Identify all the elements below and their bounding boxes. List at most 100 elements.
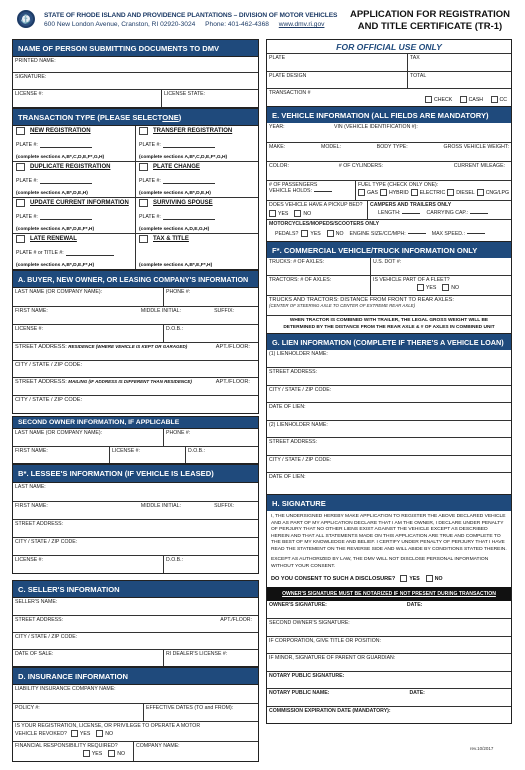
- fleet-yes-checkbox[interactable]: [416, 284, 424, 291]
- so-dob-field[interactable]: D.O.B.:: [185, 447, 258, 463]
- plate-input[interactable]: [162, 219, 215, 220]
- cash-checkbox[interactable]: [459, 96, 467, 103]
- effective-dates-field[interactable]: EFFECTIVE DATES (TO and FROM):: [143, 704, 258, 721]
- lien1-date-field[interactable]: DATE OF LIEN:: [267, 403, 511, 420]
- last-name-field[interactable]: LAST NAME (OR COMPANY NAME):: [13, 288, 163, 306]
- plate-change-checkbox[interactable]: [139, 163, 148, 171]
- check-checkbox[interactable]: [425, 96, 432, 103]
- year-vin-field[interactable]: YEAR: VIN (VEHICLE IDENTIFICATION #):: [267, 123, 511, 142]
- notary-signature-field[interactable]: NOTARY PUBLIC SIGNATURE:: [267, 672, 511, 688]
- license-field[interactable]: LICENSE #:: [13, 90, 161, 107]
- city-field[interactable]: CITY / STATE / ZIP CODE:: [13, 361, 258, 377]
- mailing-city-field[interactable]: CITY / STATE / ZIP CODE:: [13, 396, 258, 413]
- date-of-sale-field[interactable]: DATE OF SALE:: [13, 650, 163, 666]
- insurance-company-field[interactable]: LIABILITY INSURANCE COMPANY NAME:: [13, 685, 258, 703]
- pickup-yes-option[interactable]: YES: [269, 210, 288, 217]
- guardian-signature-field[interactable]: IF MINOR, SIGNATURE OF PARENT OR GUARDIA…: [267, 654, 511, 671]
- seller-street-field[interactable]: STREET ADDRESS: APT./FLOOR:: [13, 616, 258, 632]
- lien1-street-field[interactable]: STREET ADDRESS:: [267, 368, 511, 385]
- lessee-street-field[interactable]: STREET ADDRESS:: [13, 520, 258, 537]
- fin-company-name-field[interactable]: COMPANY NAME:: [133, 742, 258, 761]
- update-info-checkbox[interactable]: [16, 199, 25, 207]
- fuel-electric-option[interactable]: ELECTRIC: [410, 189, 445, 196]
- dot-field[interactable]: U.S. DOT #:: [370, 258, 511, 275]
- fuel-electric-checkbox[interactable]: [410, 189, 418, 196]
- fin-yes-option[interactable]: YES: [82, 750, 102, 757]
- lessee-last-name-field[interactable]: LAST NAME:: [13, 483, 258, 501]
- notary-name-field[interactable]: NOTARY PUBLIC NAME: DATE:: [267, 689, 511, 706]
- plate-input[interactable]: [39, 219, 92, 220]
- official-transaction-field[interactable]: TRANSACTION # CHECK CASH CC: [267, 89, 511, 106]
- axle-distance-field[interactable]: TRUCKS AND TRACTORS: DISTANCE FROM FRONT…: [267, 296, 511, 315]
- length-input[interactable]: [402, 213, 421, 214]
- revoked-yes-option[interactable]: YES: [70, 730, 90, 737]
- fuel-cng-checkbox[interactable]: [476, 189, 484, 196]
- fuel-cng-option[interactable]: CNG/LPG: [476, 189, 509, 196]
- new-registration-checkbox[interactable]: [16, 127, 25, 135]
- official-tax-field[interactable]: TAX: [407, 54, 511, 71]
- transaction-option[interactable]: NEW REGISTRATION PLATE #: (complete sect…: [13, 126, 135, 161]
- engine-size-input[interactable]: [407, 233, 426, 234]
- tractors-axles-field[interactable]: TRACTORS: # OF AXLES:: [267, 276, 370, 295]
- consent-no-option[interactable]: NO: [425, 575, 443, 582]
- lessee-name-field[interactable]: FIRST NAME: MIDDLE INITIAL: SUFFIX:: [13, 502, 258, 519]
- lien2-street-field[interactable]: STREET ADDRESS:: [267, 438, 511, 455]
- transaction-option[interactable]: SURVIVING SPOUSE PLATE #: (complete sect…: [135, 198, 258, 233]
- consent-no-checkbox[interactable]: [425, 575, 433, 582]
- surviving-spouse-checkbox[interactable]: [139, 199, 148, 207]
- transaction-option[interactable]: PLATE CHANGE PLATE #: (complete sections…: [135, 162, 258, 197]
- official-plate-field[interactable]: PLATE: [267, 54, 407, 71]
- pickup-yes-checkbox[interactable]: [269, 210, 276, 217]
- pedals-no-option[interactable]: NO: [326, 230, 344, 237]
- transfer-registration-checkbox[interactable]: [139, 127, 148, 135]
- fleet-no-option[interactable]: NO: [442, 284, 459, 291]
- pedals-no-checkbox[interactable]: [326, 230, 334, 237]
- transaction-option[interactable]: UPDATE CURRENT INFORMATION PLATE #: (com…: [13, 198, 135, 233]
- dealer-license-field[interactable]: RI DEALER'S LICENSE #:: [163, 650, 258, 666]
- official-total-field[interactable]: TOTAL: [407, 72, 511, 88]
- consent-yes-option[interactable]: YES: [400, 575, 420, 582]
- lessee-dob-field[interactable]: D.O.B.:: [163, 556, 258, 573]
- lien2-name-field[interactable]: (2) LIENHOLDER NAME:: [267, 421, 511, 437]
- second-owner-signature-field[interactable]: SECOND OWNER'S SIGNATURE:: [267, 619, 511, 636]
- policy-field[interactable]: POLICY #:: [13, 704, 143, 721]
- fuel-gas-option[interactable]: GAS: [358, 189, 378, 196]
- late-renewal-checkbox[interactable]: [16, 235, 25, 243]
- transaction-option[interactable]: LATE RENEWAL PLATE # or TITLE #: (comple…: [13, 234, 135, 269]
- seller-city-field[interactable]: CITY / STATE / ZIP CODE:: [13, 633, 258, 649]
- plate-input[interactable]: [162, 147, 215, 148]
- so-license-field[interactable]: LICENSE #:: [109, 447, 185, 463]
- campers-field[interactable]: CAMPERS AND TRAILERS ONLY LENGTH: CARRYIN…: [367, 201, 511, 219]
- fuel-diesel-checkbox[interactable]: [447, 189, 455, 196]
- trucks-axles-field[interactable]: TRUCKS: # OF AXLES:: [267, 258, 370, 275]
- lien2-date-field[interactable]: DATE OF LIEN:: [267, 473, 511, 490]
- full-name-field[interactable]: FIRST NAME: MIDDLE INITIAL: SUFFIX:: [13, 307, 258, 324]
- tax-title-checkbox[interactable]: [139, 235, 148, 243]
- owner-signature-field[interactable]: OWNER'S SIGNATURE: DATE:: [267, 601, 511, 618]
- cc-option[interactable]: CC: [490, 96, 507, 103]
- consent-yes-checkbox[interactable]: [400, 575, 408, 582]
- plate-input[interactable]: [39, 183, 92, 184]
- fin-no-checkbox[interactable]: [108, 750, 116, 757]
- passengers-field[interactable]: # OF PASSENGERS VEHICLE HOLDS:: [267, 181, 355, 200]
- dob-field[interactable]: D.O.B.:: [163, 325, 258, 342]
- corporation-title-field[interactable]: IF CORPORATION, GIVE TITLE OR POSITION:: [267, 637, 511, 653]
- duplicate-registration-checkbox[interactable]: [16, 163, 25, 171]
- plate-input[interactable]: [65, 255, 114, 256]
- lien1-name-field[interactable]: (1) LIENHOLDER NAME:: [267, 350, 511, 367]
- fleet-yes-option[interactable]: YES: [416, 284, 436, 291]
- pickup-no-checkbox[interactable]: [294, 210, 302, 217]
- signature-field[interactable]: SIGNATURE:: [13, 73, 258, 89]
- make-model-field[interactable]: MAKE: MODEL: BODY TYPE: GROSS VEHICLE WE…: [267, 143, 511, 161]
- pedals-yes-checkbox[interactable]: [301, 230, 309, 237]
- fuel-diesel-option[interactable]: DIESEL: [447, 189, 475, 196]
- plate-input[interactable]: [39, 147, 92, 148]
- plate-input[interactable]: [162, 183, 215, 184]
- color-cylinders-field[interactable]: COLOR: # OF CYLINDERS: CURRENT MILEAGE:: [267, 162, 511, 180]
- license-field[interactable]: LICENSE #:: [13, 325, 163, 342]
- check-option[interactable]: CHECK: [425, 96, 452, 103]
- lien1-city-field[interactable]: CITY / STATE / ZIP CODE:: [267, 386, 511, 402]
- pickup-no-option[interactable]: NO: [294, 210, 311, 217]
- lien2-city-field[interactable]: CITY / STATE / ZIP CODE:: [267, 456, 511, 472]
- revoked-no-checkbox[interactable]: [96, 730, 104, 737]
